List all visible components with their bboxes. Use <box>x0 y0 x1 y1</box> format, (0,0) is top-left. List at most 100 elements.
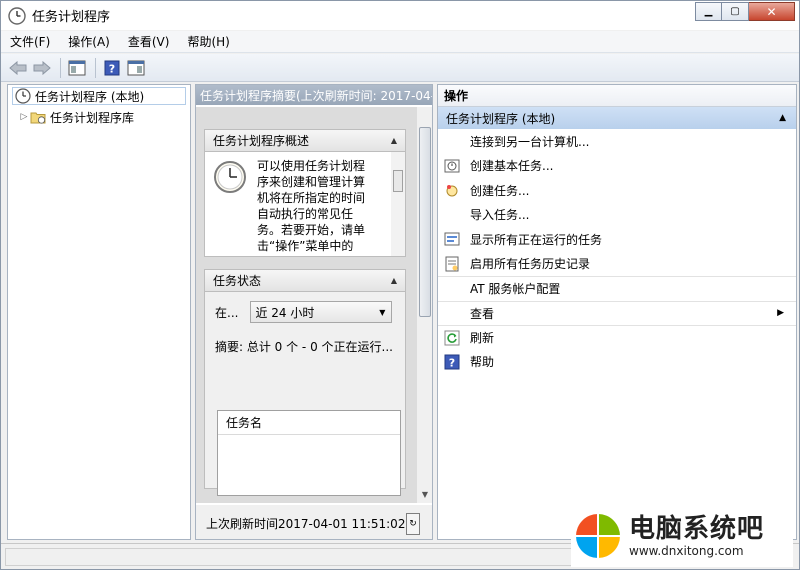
forward-button[interactable] <box>31 58 53 78</box>
action-at-service[interactable]: AT 服务帐户配置 <box>438 276 796 301</box>
blank-icon <box>444 281 460 297</box>
svg-text:?: ? <box>109 62 115 75</box>
chevron-down-icon: ▼ <box>379 307 386 317</box>
column-header-task-name[interactable]: 任务名 <box>218 411 400 435</box>
action-create-task[interactable]: 创建任务... <box>438 178 796 203</box>
blank-icon <box>444 133 460 149</box>
clock-icon <box>15 88 31 104</box>
actions-group-header[interactable]: 任务计划程序 (本地) ▲ <box>438 107 796 129</box>
menu-bar: 文件(F) 操作(A) 查看(V) 帮助(H) <box>1 31 799 53</box>
help-toolbar-button[interactable]: ? <box>101 58 123 78</box>
refresh-icon <box>444 330 460 346</box>
toolbar-separator <box>60 57 61 78</box>
overview-line: 序来创建和管理计算 <box>257 175 366 189</box>
action-refresh[interactable]: 刷新 <box>438 325 796 350</box>
overview-body: 可以使用任务计划程 序来创建和管理计算 机将在所指定的时间 自动执行的常见任 务… <box>205 152 405 256</box>
status-body: 在... 近 24 小时 ▼ 摘要: 总计 0 个 - 0 个正在运行... 任… <box>205 292 405 496</box>
overview-line: 自动执行的常见任 <box>257 207 354 221</box>
overview-line: 务。若要开始，请单 <box>257 223 366 237</box>
menu-action[interactable]: 操作(A) <box>59 33 119 50</box>
back-button[interactable] <box>7 58 29 78</box>
menu-help[interactable]: 帮助(H) <box>178 33 238 50</box>
tree-item-label: 任务计划程序库 <box>50 110 135 125</box>
action-import-task[interactable]: 导入任务... <box>438 203 796 228</box>
action-create-basic-task[interactable]: 创建基本任务... <box>438 154 796 179</box>
status-section: 任务状态 ▲ 在... 近 24 小时 ▼ 摘要: 总计 0 个 - 0 个正在… <box>204 269 406 496</box>
summary-header: 任务计划程序摘要(上次刷新时间: 2017-04-01 11:51:02) <box>196 85 432 105</box>
window-controls: ▁ ▢ ✕ <box>695 2 795 21</box>
tasks-table: 任务名 <box>217 410 401 496</box>
show-hide-action-pane-button[interactable] <box>125 58 147 78</box>
action-label: 连接到另一台计算机... <box>470 134 590 149</box>
status-title: 任务状态 <box>213 274 262 288</box>
watermark-url: www.dnxitong.com <box>629 544 744 558</box>
watermark: 电脑系统吧 www.dnxitong.com <box>571 505 793 567</box>
expand-arrow-icon[interactable]: ▷ <box>18 112 30 122</box>
menu-file[interactable]: 文件(F) <box>1 33 59 50</box>
time-range-value: 近 24 小时 <box>255 305 315 320</box>
summary-scrollbar[interactable]: ▼ <box>416 107 432 503</box>
scroll-down-icon[interactable]: ▼ <box>417 487 432 503</box>
action-label: 刷新 <box>470 331 495 346</box>
help-icon: ? <box>104 60 120 75</box>
actions-pane: 操作 任务计划程序 (本地) ▲ 连接到另一台计算机... 创建基本任务... … <box>437 84 797 540</box>
console-tree-icon <box>68 60 86 75</box>
window-title: 任务计划程序 <box>32 10 111 25</box>
collapse-caret-icon[interactable]: ▲ <box>391 136 397 145</box>
action-help[interactable]: ? 帮助 <box>438 350 796 375</box>
task-icon <box>444 182 460 198</box>
forward-arrow-icon <box>33 60 51 75</box>
console-tree-pane: 任务计划程序 (本地) ▷ 任务计划程序库 <box>7 84 191 540</box>
action-label: 导入任务... <box>470 208 530 223</box>
time-range-select[interactable]: 近 24 小时 ▼ <box>250 301 393 323</box>
watermark-text: 电脑系统吧 www.dnxitong.com <box>629 514 764 558</box>
action-enable-history[interactable]: 启用所有任务历史记录 <box>438 252 796 277</box>
tree-item-local[interactable]: 任务计划程序 (本地) <box>12 87 186 105</box>
help-icon: ? <box>444 354 460 370</box>
title-bar: 任务计划程序 ▁ ▢ ✕ <box>1 1 799 30</box>
maximize-button[interactable]: ▢ <box>722 2 749 21</box>
actions-title: 操作 <box>438 85 796 107</box>
collapse-caret-icon[interactable]: ▲ <box>779 113 786 123</box>
overview-scrollbar[interactable] <box>391 152 405 256</box>
summary-scroll-thumb[interactable] <box>419 127 431 317</box>
close-button[interactable]: ✕ <box>749 2 795 21</box>
action-show-running[interactable]: 显示所有正在运行的任务 <box>438 227 796 252</box>
refresh-icon: ↻ <box>409 519 417 529</box>
submenu-arrow-icon: ▶ <box>777 308 784 319</box>
action-label: 启用所有任务历史记录 <box>470 257 591 272</box>
action-label: 创建基本任务... <box>470 159 554 174</box>
overview-line: 可以使用任务计划程 <box>257 159 366 173</box>
overview-title: 任务计划程序概述 <box>213 134 310 148</box>
watermark-name: 电脑系统吧 <box>629 514 765 544</box>
status-section-header[interactable]: 任务状态 ▲ <box>205 270 405 292</box>
action-view[interactable]: 查看 ▶ <box>438 300 796 326</box>
minimize-button[interactable]: ▁ <box>695 2 722 21</box>
actions-group-label: 任务计划程序 (本地) <box>446 111 556 126</box>
collapse-caret-icon[interactable]: ▲ <box>391 276 397 285</box>
folder-clock-icon <box>30 112 46 124</box>
app-window: 任务计划程序 ▁ ▢ ✕ 文件(F) 操作(A) 查看(V) 帮助(H) ? 任… <box>0 0 800 570</box>
action-connect[interactable]: 连接到另一台计算机... <box>438 129 796 154</box>
maximize-icon: ▢ <box>730 6 740 17</box>
menu-view[interactable]: 查看(V) <box>119 33 179 50</box>
windows-logo-icon <box>576 514 620 558</box>
action-label: 帮助 <box>470 355 495 370</box>
refresh-button[interactable]: ↻ <box>406 513 420 535</box>
clock-icon <box>8 6 26 25</box>
overview-line: 击“操作”菜单中的 <box>257 239 354 253</box>
svg-text:?: ? <box>449 356 455 369</box>
action-pane-icon <box>127 60 145 75</box>
overview-section-header[interactable]: 任务计划程序概述 ▲ <box>205 130 405 152</box>
show-hide-tree-button[interactable] <box>66 58 88 78</box>
history-icon <box>444 256 460 272</box>
back-arrow-icon <box>9 60 27 75</box>
clock-icon <box>214 161 246 193</box>
toolbar: ? <box>1 54 799 82</box>
overview-scroll-thumb[interactable] <box>393 170 403 192</box>
close-icon: ✕ <box>766 4 777 19</box>
last-refresh-text: 上次刷新时间2017-04-01 11:51:02 <box>206 516 406 531</box>
tree-item-library[interactable]: ▷ 任务计划程序库 <box>8 107 190 127</box>
range-label: 在... <box>215 305 239 320</box>
action-label: AT 服务帐户配置 <box>470 282 561 297</box>
